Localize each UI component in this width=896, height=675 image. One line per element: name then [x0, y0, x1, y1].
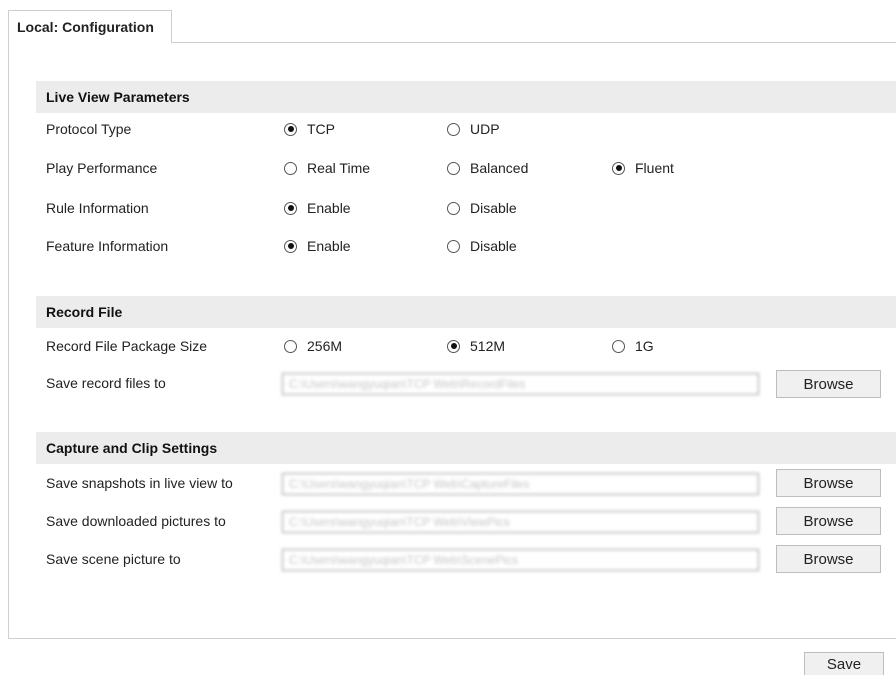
browse-snapshots-button[interactable]: Browse	[776, 469, 881, 497]
section-header-live-view: Live View Parameters	[36, 81, 896, 113]
radio-unchecked-icon	[447, 122, 460, 136]
option-label: TCP	[307, 121, 335, 137]
section-title: Live View Parameters	[46, 89, 190, 105]
feature-information-label: Feature Information	[46, 238, 169, 254]
option-label: Enable	[307, 238, 351, 254]
option-label: Balanced	[470, 160, 529, 176]
save-record-files-label: Save record files to	[46, 375, 166, 391]
radio-unchecked-icon	[284, 161, 297, 175]
tab-label: Local: Configuration	[17, 19, 154, 35]
option-label: Enable	[307, 200, 351, 216]
radio-checked-icon	[284, 239, 297, 253]
radio-feature-disable[interactable]: Disable	[447, 238, 517, 254]
section-title: Capture and Clip Settings	[46, 440, 218, 456]
radio-package-1g[interactable]: 1G	[612, 338, 654, 354]
option-label: Disable	[470, 238, 517, 254]
option-label: Fluent	[635, 160, 674, 176]
section-header-record-file: Record File	[36, 296, 896, 328]
option-label: 512M	[470, 338, 506, 354]
radio-unchecked-icon	[284, 339, 297, 353]
radio-play-fluent[interactable]: Fluent	[612, 160, 674, 176]
radio-checked-icon	[447, 339, 460, 353]
radio-rule-disable[interactable]: Disable	[447, 200, 517, 216]
radio-protocol-udp[interactable]: UDP	[447, 121, 500, 137]
radio-protocol-tcp[interactable]: TCP	[284, 121, 335, 137]
scene-path-field[interactable]: C:\Users\wangyuqian\TCP Web\ScenePics	[282, 549, 759, 571]
snapshots-path-field[interactable]: C:\Users\wangyuqian\TCP Web\CaptureFiles	[282, 473, 759, 495]
browse-downloaded-button[interactable]: Browse	[776, 507, 881, 535]
radio-unchecked-icon	[612, 339, 625, 353]
downloaded-path-field[interactable]: C:\Users\wangyuqian\TCP Web\ViewPics	[282, 511, 759, 533]
radio-feature-enable[interactable]: Enable	[284, 238, 351, 254]
option-label: UDP	[470, 121, 500, 137]
record-package-size-label: Record File Package Size	[46, 338, 208, 354]
option-label: 1G	[635, 338, 654, 354]
radio-package-256m[interactable]: 256M	[284, 338, 342, 354]
radio-checked-icon	[284, 122, 297, 136]
option-label: 256M	[307, 338, 343, 354]
section-title: Record File	[46, 304, 123, 320]
radio-unchecked-icon	[447, 201, 460, 215]
radio-checked-icon	[612, 161, 625, 175]
browse-record-button[interactable]: Browse	[776, 370, 881, 398]
radio-package-512m[interactable]: 512M	[447, 338, 505, 354]
tab-local-configuration[interactable]: Local: Configuration	[8, 10, 172, 43]
radio-rule-enable[interactable]: Enable	[284, 200, 351, 216]
save-button[interactable]: Save	[804, 652, 884, 675]
save-downloaded-pictures-label: Save downloaded pictures to	[46, 513, 226, 529]
rule-information-label: Rule Information	[46, 200, 149, 216]
protocol-type-label: Protocol Type	[46, 121, 132, 137]
option-label: Disable	[470, 200, 517, 216]
radio-checked-icon	[284, 201, 297, 215]
radio-play-balanced[interactable]: Balanced	[447, 160, 528, 176]
radio-unchecked-icon	[447, 161, 460, 175]
radio-unchecked-icon	[447, 239, 460, 253]
play-performance-label: Play Performance	[46, 160, 158, 176]
save-scene-picture-label: Save scene picture to	[46, 551, 181, 567]
section-header-capture: Capture and Clip Settings	[36, 432, 896, 464]
record-path-field[interactable]: C:\Users\wangyuqian\TCP Web\RecordFiles	[282, 373, 759, 395]
save-snapshots-label: Save snapshots in live view to	[46, 475, 233, 491]
browse-scene-button[interactable]: Browse	[776, 545, 881, 573]
option-label: Real Time	[307, 160, 371, 176]
radio-play-real-time[interactable]: Real Time	[284, 160, 370, 176]
